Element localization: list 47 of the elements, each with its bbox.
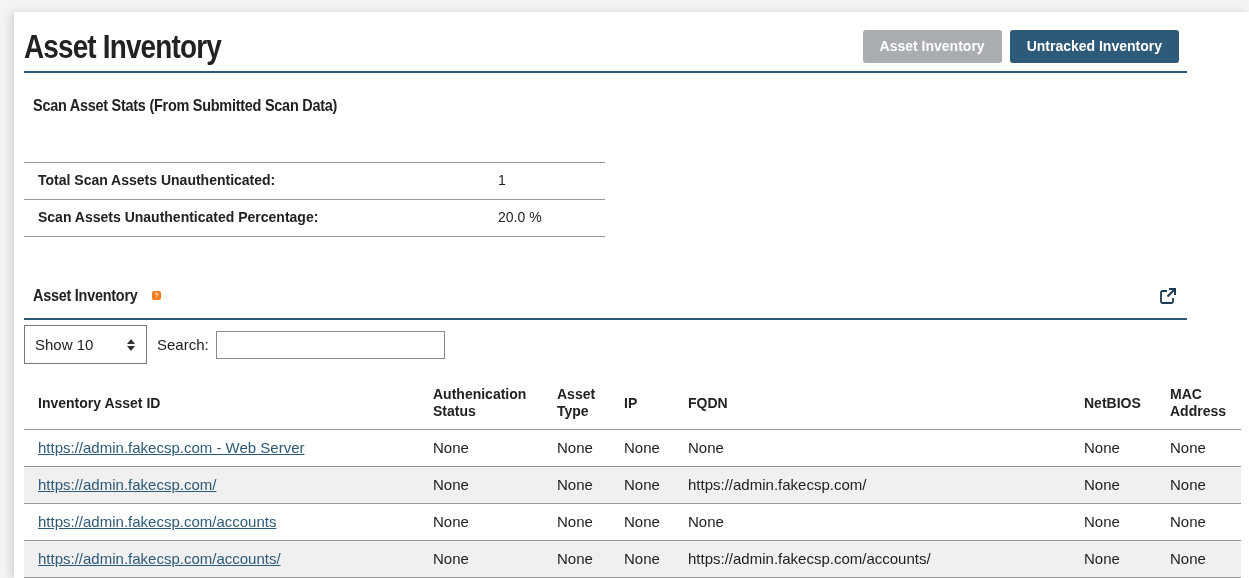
- table-cell: None: [1070, 540, 1156, 578]
- page-title: Asset Inventory: [24, 28, 223, 66]
- table-cell: None: [543, 466, 610, 504]
- section-title: Asset Inventory: [33, 284, 138, 307]
- page-size-select[interactable]: Show 10: [24, 325, 147, 365]
- table-cell: None: [1070, 429, 1156, 467]
- column-header: IP: [610, 377, 674, 430]
- table-cell: None: [1156, 429, 1241, 467]
- sort-arrows-icon: [126, 337, 136, 352]
- external-link-icon[interactable]: [1160, 287, 1177, 304]
- column-header: MAC Address: [1156, 377, 1241, 430]
- table-cell: None: [610, 429, 674, 467]
- table-cell: None: [543, 429, 610, 467]
- table-cell: None: [543, 540, 610, 578]
- help-icon[interactable]: [152, 291, 162, 301]
- table-cell: https://admin.fakecsp.com/: [674, 466, 1070, 504]
- column-header: Inventory Asset ID: [24, 377, 419, 430]
- stat-label: Scan Assets Unauthenticated Percentage:: [37, 208, 320, 228]
- table-cell: None: [1156, 503, 1241, 541]
- table-cell: None: [610, 466, 674, 504]
- table-cell: None: [543, 503, 610, 541]
- tab-button[interactable]: Untracked Inventory: [1009, 30, 1179, 64]
- table-cell: None: [419, 503, 543, 541]
- column-header: Asset Type: [543, 377, 610, 430]
- column-header: FQDN: [674, 377, 1070, 430]
- asset-link[interactable]: https://admin.fakecsp.com - Web Server: [38, 438, 305, 456]
- column-header: NetBIOS: [1070, 377, 1156, 430]
- table-cell: None: [674, 429, 1070, 467]
- table-cell: None: [610, 540, 674, 578]
- table-cell: None: [1156, 540, 1241, 578]
- stat-value: 20.0 %: [498, 208, 542, 228]
- column-header: Authenication Status: [419, 377, 543, 430]
- search-field[interactable]: [215, 330, 445, 359]
- section-title: Scan Asset Stats (From Submitted Scan Data): [33, 95, 338, 118]
- table-cell: https://admin.fakecsp.com/accounts/: [674, 540, 1070, 578]
- table-cell: None: [419, 466, 543, 504]
- table-cell: None: [419, 540, 543, 578]
- stat-label: Total Scan Assets Unauthenticated:: [37, 171, 277, 191]
- table-cell: None: [674, 503, 1070, 541]
- search-label: Search:: [157, 334, 209, 355]
- asset-link[interactable]: https://admin.fakecsp.com/accounts: [38, 512, 277, 530]
- table-cell: None: [1070, 466, 1156, 504]
- table-cell: None: [419, 429, 543, 467]
- table-cell: None: [610, 503, 674, 541]
- table-cell: None: [1070, 503, 1156, 541]
- stat-value: 1: [498, 171, 506, 191]
- table-cell: None: [1156, 466, 1241, 504]
